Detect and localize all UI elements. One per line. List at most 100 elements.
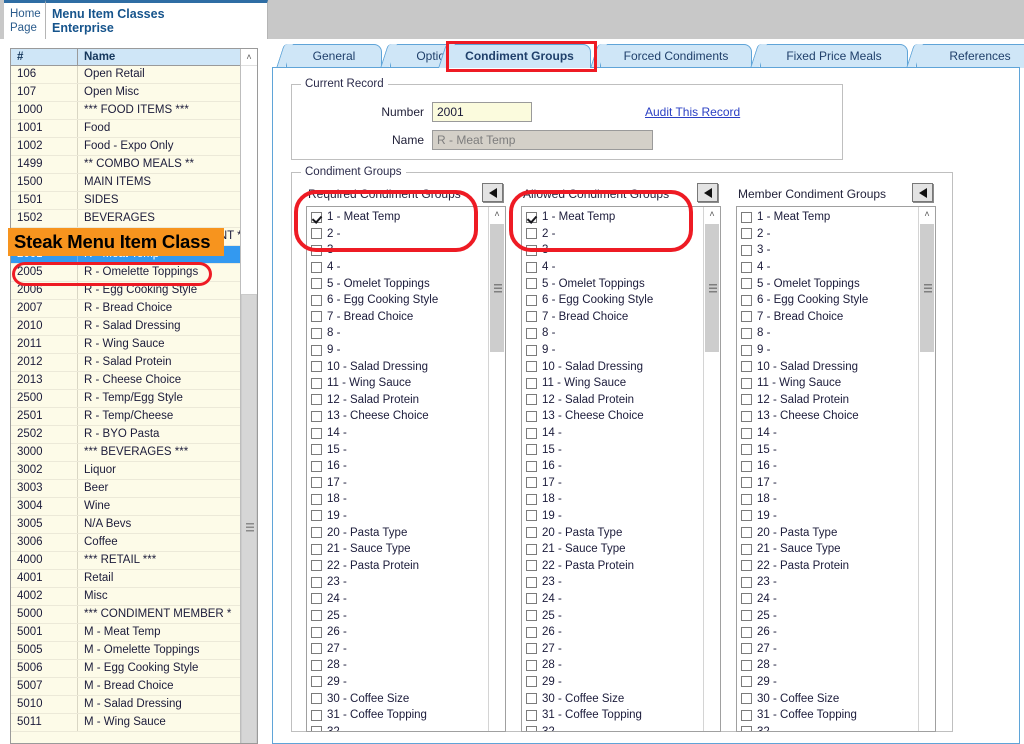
list-item[interactable]: 19 - (737, 508, 918, 525)
table-row[interactable]: 5006 M - Egg Cooking Style (11, 660, 257, 678)
checkbox-icon[interactable] (311, 477, 322, 489)
checkbox-icon[interactable] (311, 377, 322, 389)
list-item[interactable]: 1 - Meat Temp (522, 209, 703, 226)
condiment-listbox-scrollbar-member[interactable]: ˄ (918, 207, 935, 731)
checkbox-icon[interactable] (741, 709, 752, 721)
checkbox-icon[interactable] (526, 427, 537, 439)
checkbox-icon[interactable] (311, 493, 322, 505)
table-row[interactable]: 1002 Food - Expo Only (11, 138, 257, 156)
checkbox-icon[interactable] (526, 344, 537, 356)
list-item[interactable]: 15 - (522, 441, 703, 458)
tab-forced-condiments[interactable]: Forced Condiments (600, 44, 752, 68)
checkbox-icon[interactable] (311, 659, 322, 671)
checkbox-icon[interactable] (311, 228, 322, 240)
checkbox-icon[interactable] (741, 460, 752, 472)
list-item[interactable]: 21 - Sauce Type (737, 541, 918, 558)
table-row[interactable]: 1501 SIDES (11, 192, 257, 210)
checkbox-icon[interactable] (311, 693, 322, 705)
list-item[interactable]: 14 - (737, 425, 918, 442)
checkbox-icon[interactable] (526, 543, 537, 555)
checkbox-icon[interactable] (526, 211, 537, 223)
checkbox-icon[interactable] (526, 527, 537, 539)
grid-scroll-track[interactable] (241, 66, 257, 743)
list-item[interactable]: 29 - (522, 674, 703, 691)
list-item[interactable]: 29 - (307, 674, 488, 691)
list-item[interactable]: 2 - (307, 226, 488, 243)
checkbox-icon[interactable] (526, 444, 537, 456)
list-item[interactable]: 23 - (307, 574, 488, 591)
grid-scroll-thumb[interactable] (241, 294, 257, 743)
list-item[interactable]: 17 - (737, 475, 918, 492)
list-item[interactable]: 24 - (737, 591, 918, 608)
list-item[interactable]: 16 - (307, 458, 488, 475)
table-row[interactable]: 1502 BEVERAGES (11, 210, 257, 228)
checkbox-icon[interactable] (526, 261, 537, 273)
checkbox-icon[interactable] (311, 311, 322, 323)
list-item[interactable]: 11 - Wing Sauce (522, 375, 703, 392)
checkbox-icon[interactable] (741, 527, 752, 539)
list-item[interactable]: 12 - Salad Protein (522, 392, 703, 409)
list-item[interactable]: 8 - (522, 325, 703, 342)
list-item[interactable]: 9 - (307, 342, 488, 359)
checkbox-icon[interactable] (311, 709, 322, 721)
checkbox-icon[interactable] (526, 228, 537, 240)
checkbox-icon[interactable] (526, 643, 537, 655)
list-item[interactable]: 22 - Pasta Protein (737, 557, 918, 574)
list-item[interactable]: 28 - (307, 657, 488, 674)
list-item[interactable]: 13 - Cheese Choice (307, 408, 488, 425)
checkbox-icon[interactable] (311, 510, 322, 522)
list-item[interactable]: 21 - Sauce Type (522, 541, 703, 558)
list-item[interactable]: 4 - (737, 259, 918, 276)
table-row[interactable]: 2006 R - Egg Cooking Style (11, 282, 257, 300)
list-item[interactable]: 7 - Bread Choice (522, 309, 703, 326)
list-item[interactable]: 23 - (737, 574, 918, 591)
checkbox-icon[interactable] (526, 560, 537, 572)
list-item[interactable]: 25 - (307, 607, 488, 624)
list-item[interactable]: 30 - Coffee Size (737, 690, 918, 707)
checkbox-icon[interactable] (526, 693, 537, 705)
checkbox-icon[interactable] (311, 643, 322, 655)
scroll-thumb[interactable] (920, 224, 934, 352)
list-item[interactable]: 25 - (522, 607, 703, 624)
list-item[interactable]: 24 - (307, 591, 488, 608)
checkbox-icon[interactable] (311, 676, 322, 688)
checkbox-icon[interactable] (741, 643, 752, 655)
table-row[interactable]: 3003 Beer (11, 480, 257, 498)
tab-fixed-price-meals[interactable]: Fixed Price Meals (760, 44, 908, 68)
list-item[interactable]: 16 - (522, 458, 703, 475)
list-item[interactable]: 2 - (737, 226, 918, 243)
list-item[interactable]: 20 - Pasta Type (737, 524, 918, 541)
checkbox-icon[interactable] (741, 278, 752, 290)
table-row[interactable]: 4000 *** RETAIL *** (11, 552, 257, 570)
scroll-up-arrow-icon[interactable]: ˄ (919, 207, 935, 223)
list-item[interactable]: 10 - Salad Dressing (737, 358, 918, 375)
checkbox-icon[interactable] (311, 211, 322, 223)
list-item[interactable]: 20 - Pasta Type (522, 524, 703, 541)
checkbox-icon[interactable] (526, 460, 537, 472)
list-item[interactable]: 12 - Salad Protein (737, 392, 918, 409)
list-item[interactable]: 25 - (737, 607, 918, 624)
checkbox-icon[interactable] (311, 244, 322, 256)
checkbox-icon[interactable] (741, 676, 752, 688)
list-item[interactable]: 3 - (307, 242, 488, 259)
checkbox-icon[interactable] (741, 261, 752, 273)
checkbox-icon[interactable] (526, 311, 537, 323)
checkbox-icon[interactable] (526, 361, 537, 373)
list-item[interactable]: 15 - (737, 441, 918, 458)
checkbox-icon[interactable] (526, 676, 537, 688)
number-field[interactable]: 2001 (432, 102, 532, 122)
list-item[interactable]: 32 - (522, 723, 703, 731)
table-row[interactable]: 2013 R - Cheese Choice (11, 372, 257, 390)
table-row[interactable]: 4001 Retail (11, 570, 257, 588)
table-row[interactable]: 5010 M - Salad Dressing (11, 696, 257, 714)
checkbox-icon[interactable] (741, 626, 752, 638)
checkbox-icon[interactable] (526, 493, 537, 505)
list-item[interactable]: 32 - (307, 723, 488, 731)
grid-column-header-number[interactable]: # (11, 49, 78, 65)
checkbox-icon[interactable] (526, 610, 537, 622)
checkbox-icon[interactable] (741, 510, 752, 522)
list-item[interactable]: 11 - Wing Sauce (307, 375, 488, 392)
checkbox-icon[interactable] (526, 576, 537, 588)
list-item[interactable]: 9 - (522, 342, 703, 359)
condiment-listbox-scrollbar-required[interactable]: ˄ (488, 207, 505, 731)
